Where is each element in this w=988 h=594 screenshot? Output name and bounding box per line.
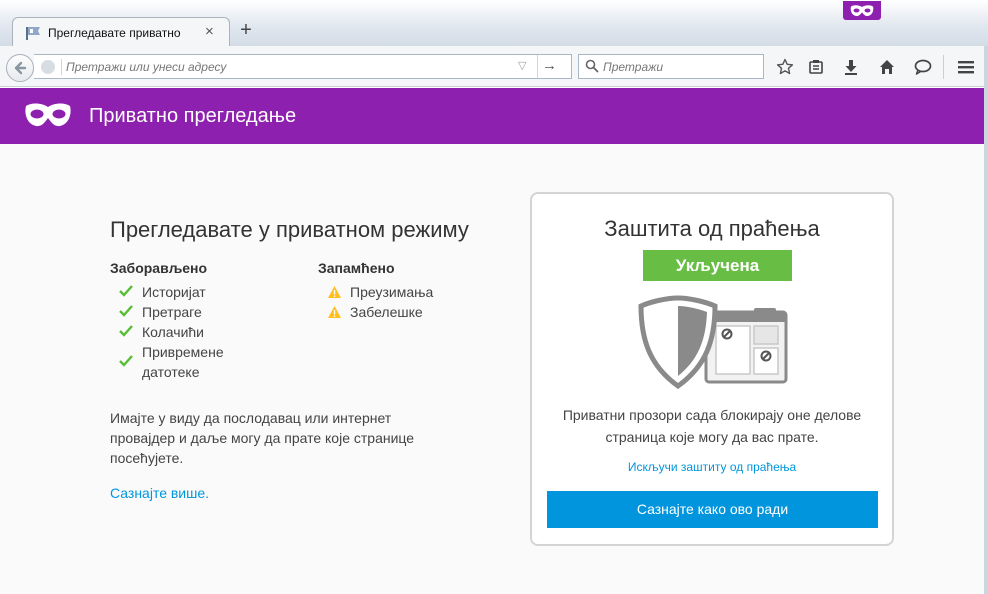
private-mask-icon — [850, 4, 874, 16]
new-tab-button[interactable]: + — [236, 19, 256, 41]
chat-icon — [914, 59, 932, 75]
dropmarker-icon[interactable]: ▽ — [518, 59, 526, 72]
disable-tracking-protection-link[interactable]: Искључи заштиту од праћења — [532, 460, 892, 474]
tracking-description: Приватни прозори сада блокирају оне дело… — [562, 407, 862, 445]
private-flag-icon — [26, 27, 40, 40]
bookmark-button[interactable] — [773, 56, 797, 78]
back-button[interactable] — [6, 54, 34, 82]
shield-icon — [638, 295, 718, 390]
tracking-protection-card: Заштита од праћења Укључена Приватни про… — [530, 192, 894, 546]
tracking-notice: Имајте у виду да послодавац или интернет… — [110, 410, 415, 466]
header-title: Приватно прегледање — [89, 105, 297, 127]
home-button[interactable] — [875, 56, 899, 78]
bookmark-star-icon — [776, 58, 794, 75]
menu-button[interactable] — [954, 56, 978, 78]
checkmark-icon — [119, 325, 133, 337]
url-go-divider — [537, 55, 538, 78]
navigation-toolbar: ▽ → — [0, 46, 988, 87]
window-frame-right — [984, 46, 988, 594]
learn-how-it-works-button[interactable]: Сазнајте како ово ради — [547, 491, 878, 528]
back-icon — [14, 61, 27, 75]
list-item: Колачићи — [110, 322, 260, 342]
menu-icon — [958, 61, 974, 74]
forgotten-item-label: Историјат — [142, 284, 206, 300]
blocked-page-icon — [704, 308, 788, 384]
forgotten-title: Заборављено — [110, 260, 208, 276]
warning-icon — [328, 306, 341, 318]
warning-icon — [328, 286, 341, 298]
tab-close-button[interactable]: × — [205, 23, 214, 40]
private-browsing-indicator — [843, 1, 881, 20]
remembered-item-label: Забелешке — [350, 304, 423, 320]
home-icon — [880, 60, 894, 74]
remembered-column: Запамћено Преузимања Забелешке — [318, 260, 433, 322]
list-item: Историјат — [110, 282, 260, 302]
status-badge: Укључена — [643, 250, 792, 281]
title-bar: Прегледавате приватно × + — [0, 0, 988, 47]
tab-private-browsing[interactable]: Прегледавате приватно × — [12, 17, 230, 47]
url-input[interactable] — [66, 58, 506, 76]
search-input[interactable] — [603, 58, 758, 76]
search-icon — [585, 59, 599, 73]
list-item: Претраге — [110, 302, 260, 322]
list-item: Преузимања — [318, 282, 433, 302]
go-arrow-icon[interactable]: → — [542, 57, 557, 74]
tracking-title: Заштита од праћења — [604, 216, 820, 241]
private-info-section: Прегледавате у приватном режиму Заборављ… — [110, 211, 470, 501]
forgotten-item-label: Колачићи — [142, 324, 205, 340]
page-title: Прегледавате у приватном режиму — [110, 217, 469, 242]
reading-list-button[interactable] — [804, 56, 828, 78]
info-columns: Заборављено Историјат Претраге Колачићи … — [110, 260, 470, 392]
checkmark-icon — [119, 355, 133, 367]
page-content: Прегледавате у приватном режиму Заборављ… — [0, 144, 988, 594]
forgotten-item-label: Привремене датотеке — [142, 344, 224, 380]
forgotten-column: Заборављено Историјат Претраге Колачићи … — [110, 260, 260, 382]
list-item: Привремене датотеке — [110, 342, 260, 382]
browser-window: Прегледавате приватно × + ▽ → — [0, 0, 988, 594]
url-divider — [61, 59, 62, 75]
private-mask-icon — [25, 103, 71, 127]
forgotten-item-label: Претраге — [142, 304, 202, 320]
search-bar[interactable] — [578, 54, 764, 79]
checkmark-icon — [119, 305, 133, 317]
download-icon — [845, 60, 857, 75]
downloads-button[interactable] — [839, 56, 863, 78]
toolbar-divider — [943, 55, 944, 79]
chat-button[interactable] — [911, 56, 935, 78]
list-item: Забелешке — [318, 302, 433, 322]
remembered-title: Запамћено — [318, 260, 395, 276]
reading-list-icon — [809, 60, 823, 74]
tab-title: Прегледавате приватно — [48, 26, 181, 40]
url-bar[interactable]: ▽ → — [34, 54, 572, 79]
checkmark-icon — [119, 285, 133, 297]
private-browsing-header: Приватно прегледање — [0, 88, 988, 144]
remembered-item-label: Преузимања — [350, 284, 434, 300]
globe-icon — [41, 60, 55, 74]
learn-more-link[interactable]: Сазнајте више. — [110, 485, 470, 501]
tracking-illustration — [638, 295, 788, 390]
